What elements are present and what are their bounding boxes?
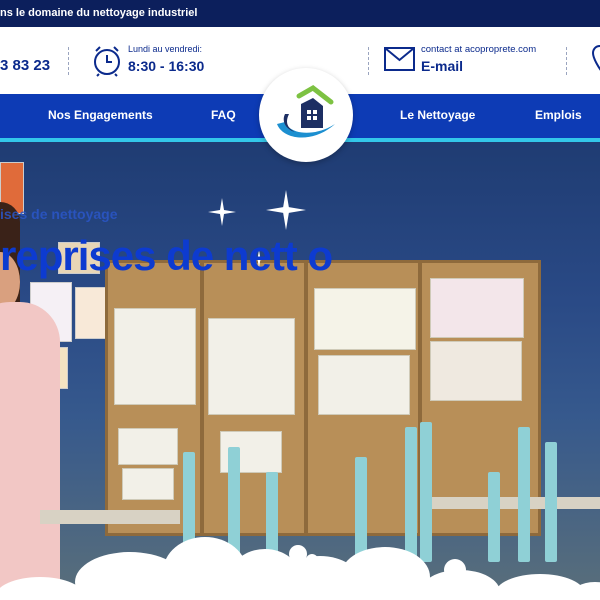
- board-divider: [304, 263, 308, 533]
- nav-item-nettoyage[interactable]: Le Nettoyage: [400, 94, 475, 138]
- foam-clouds: [0, 537, 600, 600]
- hours-value: 8:30 - 16:30: [128, 58, 205, 74]
- hero-title: reprises de nett o: [0, 232, 333, 279]
- board-paper: [430, 341, 522, 401]
- board-paper: [114, 308, 196, 405]
- company-logo[interactable]: [259, 68, 353, 162]
- mail-icon: [384, 47, 415, 71]
- sparkle-icon: [266, 190, 306, 230]
- divider: [566, 47, 567, 75]
- cork-board: [105, 260, 541, 536]
- email-link[interactable]: E-mail: [421, 58, 463, 74]
- house-logo-icon: [277, 84, 335, 138]
- divider: [68, 47, 69, 75]
- map-pin-icon: [592, 45, 600, 71]
- clock-icon: [94, 46, 120, 77]
- divider: [368, 47, 369, 75]
- wall-drawing: [75, 287, 107, 339]
- board-paper: [208, 318, 295, 415]
- hours-label: Lundi au vendredi:: [128, 44, 203, 54]
- board-divider: [200, 263, 204, 533]
- nav-item-emplois[interactable]: Emplois: [535, 94, 582, 138]
- hero-kicker: ises de nettoyage: [0, 206, 118, 222]
- email-label: contact at acoproprete.com: [421, 44, 537, 55]
- board-paper: [314, 288, 416, 350]
- nav-item-engagements[interactable]: Nos Engagements: [48, 94, 153, 138]
- board-paper: [318, 355, 410, 415]
- sparkle-icon: [208, 198, 236, 226]
- desk: [420, 497, 600, 509]
- nav-item-faq[interactable]: FAQ: [211, 94, 236, 138]
- hero-banner: ises de nettoyage reprises de nett o: [0, 142, 600, 600]
- announcement-text: ns le domaine du nettoyage industriel: [0, 7, 198, 19]
- top-announcement-bar: ns le domaine du nettoyage industriel: [0, 0, 600, 27]
- board-paper: [430, 278, 524, 338]
- phone-number[interactable]: 3 83 23: [0, 57, 50, 74]
- board-paper: [122, 468, 174, 500]
- board-paper: [118, 428, 178, 465]
